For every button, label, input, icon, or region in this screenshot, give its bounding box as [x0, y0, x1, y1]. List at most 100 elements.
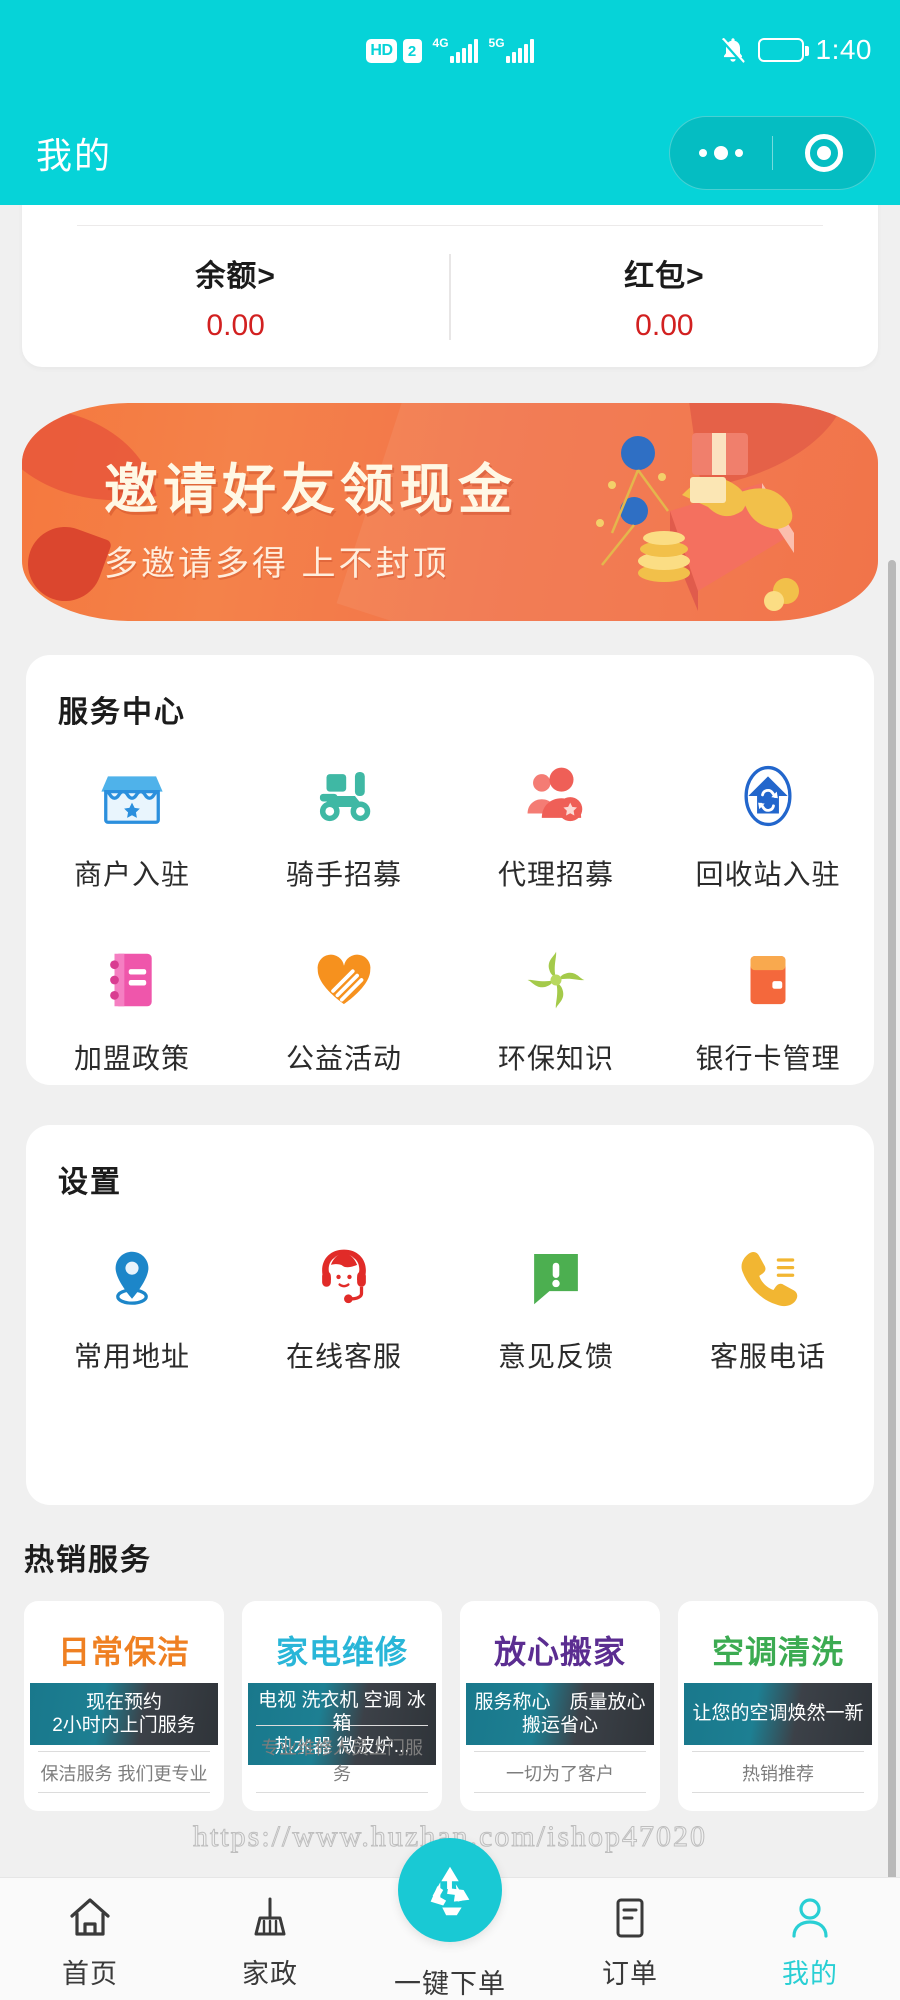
service-item-agent-recruit[interactable]: 代理招募 [450, 761, 662, 893]
order-list-icon [606, 1894, 654, 1942]
recycle-house-icon [733, 761, 803, 831]
page-title: 我的 [36, 134, 113, 176]
hot-card-band: 现在预约 2小时内上门服务 [30, 1683, 218, 1745]
signal-bars-icon-2 [505, 39, 534, 63]
service-item-bankcard-manage[interactable]: 银行卡管理 [662, 945, 874, 1077]
hot-card-footer: 一切为了客户 [474, 1751, 646, 1793]
clock-label: 1:40 [815, 34, 872, 65]
close-miniprogram-button[interactable] [773, 133, 875, 172]
location-pin-icon [97, 1243, 167, 1313]
bell-muted-icon [720, 36, 746, 64]
settings-item-label: 意见反馈 [497, 1341, 614, 1372]
battery-icon [757, 38, 809, 62]
tab-label: 首页 [62, 1959, 118, 1989]
banner-subtitle: 多邀请多得 上不封顶 [104, 545, 450, 583]
banner-title: 邀请好友领现金 [104, 460, 517, 520]
service-item-label: 加盟政策 [73, 1043, 190, 1074]
balance-label: 余额> [195, 260, 276, 293]
vertical-scrollbar[interactable] [888, 560, 896, 1877]
wallet-divider [77, 225, 823, 226]
tab-housekeeping[interactable]: 家政 [180, 1878, 360, 1991]
agent-people-icon [521, 761, 591, 831]
hand-heart-icon [309, 945, 379, 1015]
hot-card-band-line: 2小时内上门服务 [52, 1715, 196, 1736]
hot-card-heading: 家电维修 [275, 1634, 408, 1670]
settings-item-label: 在线客服 [285, 1341, 402, 1372]
recycle-button[interactable] [398, 1838, 502, 1942]
phone-call-icon [733, 1243, 803, 1313]
hot-card-heading: 日常保洁 [57, 1634, 190, 1670]
gift-box-illustration [542, 415, 822, 615]
banner-leaf-decor-2 [22, 516, 113, 612]
tab-home[interactable]: 首页 [0, 1878, 180, 1991]
hot-card-band-line: 服务称心 质量放心 [474, 1691, 646, 1713]
tab-mine[interactable]: 我的 [720, 1878, 900, 1991]
tab-label: 家政 [242, 1959, 298, 1989]
settings-item-addresses[interactable]: 常用地址 [26, 1243, 238, 1375]
hot-card-band: 服务称心 质量放心 搬运省心 [466, 1683, 654, 1745]
tab-label: 一键下单 [394, 1969, 506, 1999]
scroll-content[interactable]: 余额> 0.00 红包> 0.00 邀请好友领现金 多邀请多得 上不封顶 服务中… [0, 205, 900, 1877]
hot-card-band: 让您的空调焕然一新 [684, 1683, 872, 1745]
scooter-icon [309, 761, 379, 831]
signal-4g-group: 4G [433, 37, 478, 63]
redpacket-value: 0.00 [635, 309, 694, 342]
service-item-label: 公益活动 [285, 1043, 402, 1074]
storefront-icon [97, 761, 167, 831]
service-item-charity-event[interactable]: 公益活动 [238, 945, 450, 1077]
settings-item-support-phone[interactable]: 客服电话 [662, 1243, 874, 1375]
invite-friends-banner[interactable]: 邀请好友领现金 多邀请多得 上不封顶 [22, 403, 878, 621]
bank-card-icon [733, 945, 803, 1015]
tab-one-click-order[interactable]: 一键下单 [360, 1838, 540, 2000]
hot-sale-card[interactable]: 家电维修 电视 洗衣机 空调 冰箱 热水器 微波炉... 专业维修人员上门服务 [242, 1601, 442, 1811]
bottom-tab-bar: 首页 家政 一键下单 订单 我的 [0, 1838, 900, 2000]
service-item-franchise-policy[interactable]: 加盟政策 [26, 945, 238, 1077]
settings-item-label: 常用地址 [73, 1341, 190, 1372]
hot-card-footer: 专业维修人员上门服务 [256, 1725, 428, 1793]
hot-sale-card[interactable]: 放心搬家 服务称心 质量放心 搬运省心 一切为了客户 [460, 1601, 660, 1811]
service-item-label: 骑手招募 [285, 859, 402, 890]
banner-text-group: 邀请好友领现金 多邀请多得 上不封顶 [104, 445, 517, 585]
redpacket-entry[interactable]: 红包> 0.00 [451, 251, 878, 343]
service-item-label: 银行卡管理 [695, 1043, 841, 1074]
recycle-icon [419, 1859, 481, 1921]
hd-icon: HD [366, 39, 397, 63]
person-icon [786, 1894, 834, 1942]
service-item-label: 环保知识 [497, 1043, 614, 1074]
hot-sale-title: 热销服务 [24, 1544, 152, 1577]
service-item-label: 商户入驻 [73, 859, 190, 890]
balance-entry[interactable]: 余额> 0.00 [22, 251, 449, 343]
tab-label: 订单 [602, 1959, 658, 1989]
service-item-merchant-settle[interactable]: 商户入驻 [26, 761, 238, 893]
page-header: 我的 [0, 100, 900, 205]
signal-bars-icon [449, 39, 478, 63]
hot-card-heading: 空调清洗 [711, 1634, 844, 1670]
broom-icon [246, 1894, 294, 1942]
notebook-icon [97, 945, 167, 1015]
service-item-label: 回收站入驻 [695, 859, 841, 890]
service-item-recycle-station[interactable]: 回收站入驻 [662, 761, 874, 893]
settings-item-feedback[interactable]: 意见反馈 [450, 1243, 662, 1375]
headset-agent-icon [309, 1243, 379, 1313]
service-item-rider-recruit[interactable]: 骑手招募 [238, 761, 450, 893]
sim-card-icon: 2 [402, 39, 422, 63]
settings-title: 设置 [58, 1166, 122, 1199]
service-center-grid-row-1: 商户入驻 骑手招募 代理招募 回收站入驻 [26, 761, 874, 893]
signal-5g-group: 5G [489, 37, 534, 63]
home-icon [66, 1894, 114, 1942]
hot-card-footer: 热销推荐 [692, 1751, 864, 1793]
miniprogram-capsule[interactable] [669, 115, 876, 190]
status-bar: HD 2 4G 5G 1:40 [0, 0, 900, 100]
status-bar-right-group: 1:40 [720, 36, 873, 64]
hot-sale-card[interactable]: 日常保洁 现在预约 2小时内上门服务 保洁服务 我们更专业 [24, 1601, 224, 1811]
hot-sale-card-row[interactable]: 日常保洁 现在预约 2小时内上门服务 保洁服务 我们更专业 家电维修 电视 洗衣… [24, 1601, 878, 1811]
wallet-columns: 余额> 0.00 红包> 0.00 [22, 235, 878, 359]
more-menu-button[interactable] [670, 145, 772, 160]
tab-orders[interactable]: 订单 [540, 1878, 720, 1991]
settings-item-online-support[interactable]: 在线客服 [238, 1243, 450, 1375]
service-item-eco-knowledge[interactable]: 环保知识 [450, 945, 662, 1077]
target-circle-icon [805, 133, 844, 172]
hot-card-heading: 放心搬家 [493, 1634, 626, 1670]
tab-label: 我的 [782, 1959, 838, 1989]
hot-sale-card[interactable]: 空调清洗 让您的空调焕然一新 热销推荐 [678, 1601, 878, 1811]
